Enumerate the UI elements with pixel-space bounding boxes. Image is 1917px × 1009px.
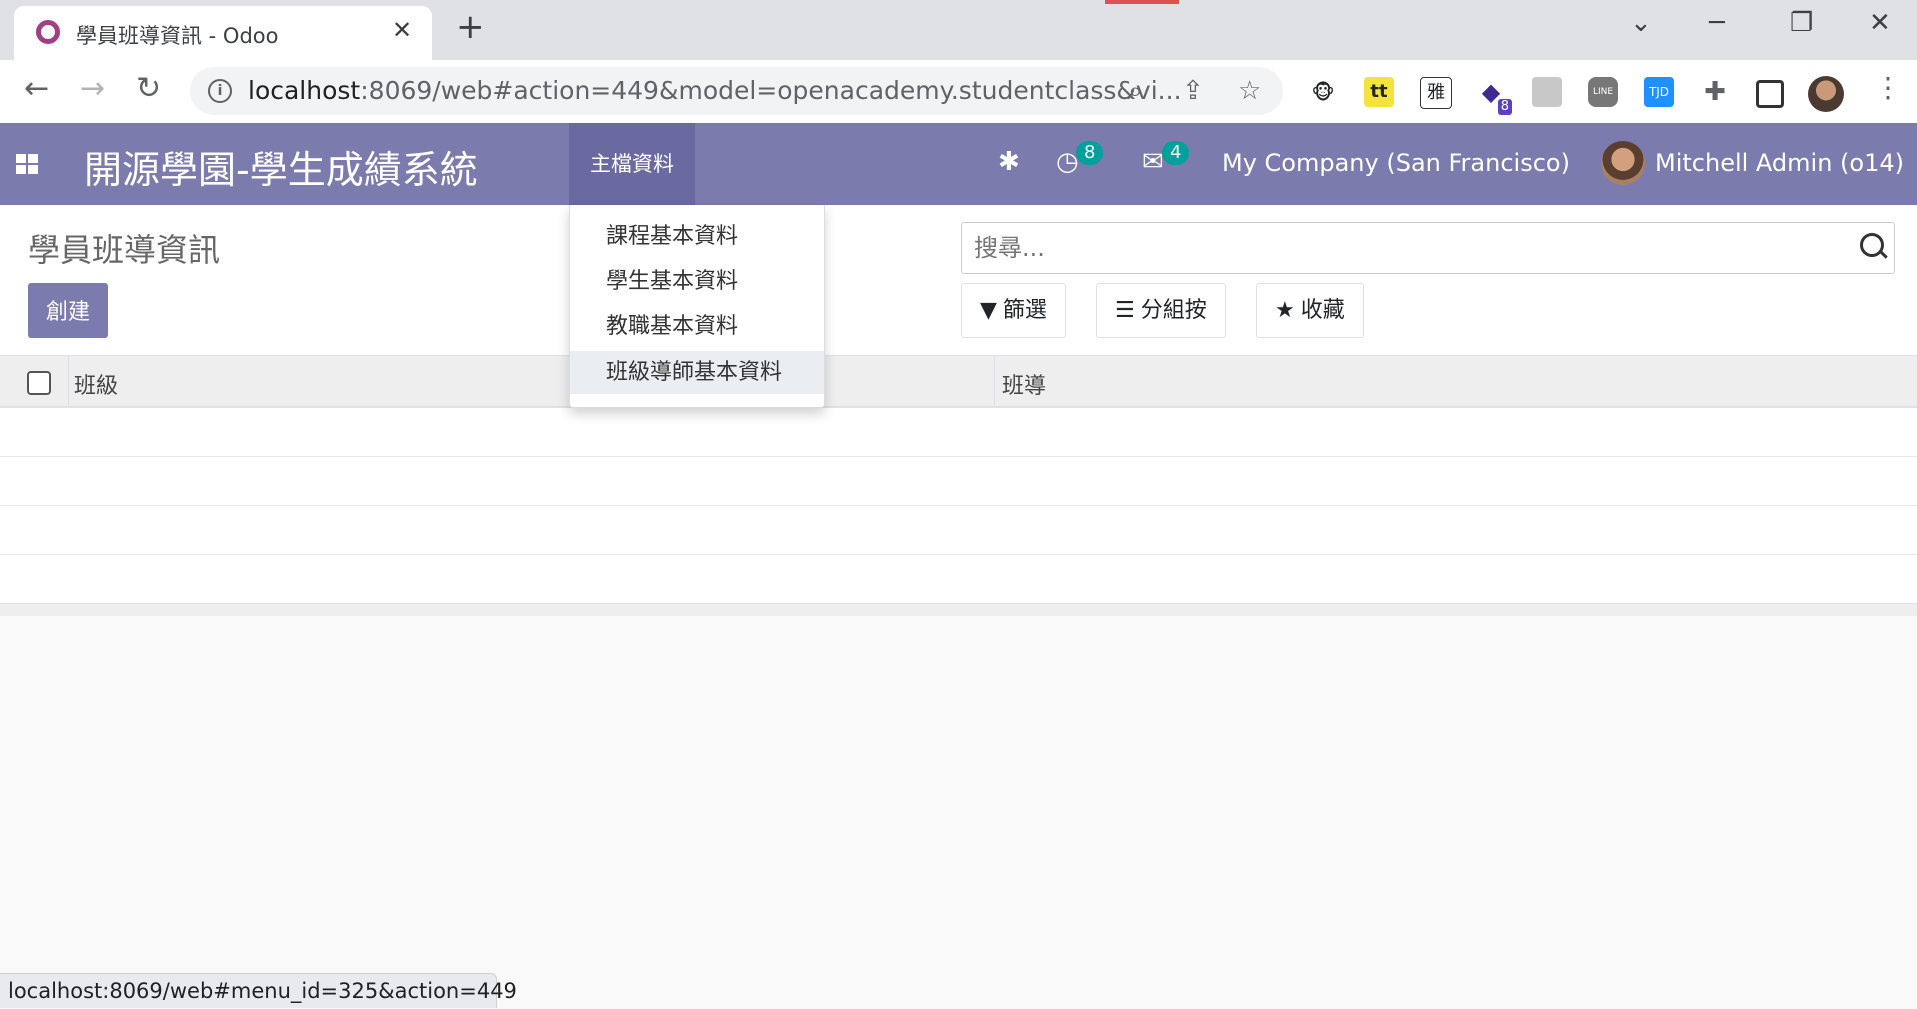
- diamond-extension-icon[interactable]: ◆ 8: [1476, 77, 1512, 115]
- user-menu[interactable]: Mitchell Admin (o14): [1655, 149, 1904, 177]
- monkey-extension-icon[interactable]: 🐵: [1308, 77, 1338, 107]
- bars-icon: ☰: [1115, 298, 1135, 323]
- url-text[interactable]: localhost:8069/web#action=449&model=open…: [248, 76, 1182, 105]
- select-all-checkbox[interactable]: [27, 371, 51, 395]
- window-close-icon[interactable]: ✕: [1869, 8, 1891, 38]
- table-row: [0, 457, 1917, 506]
- tjd-extension-icon[interactable]: TJD: [1644, 77, 1674, 107]
- app-title[interactable]: 開源學園-學生成績系統: [84, 139, 478, 194]
- bookmark-star-icon[interactable]: ☆: [1238, 76, 1261, 106]
- table-row: [0, 408, 1917, 457]
- menu-item-faculty[interactable]: 教職基本資料: [570, 305, 824, 348]
- share-icon[interactable]: ⇪: [1182, 76, 1204, 106]
- apps-menu-icon[interactable]: [16, 154, 38, 174]
- create-button[interactable]: 創建: [28, 283, 108, 338]
- close-tab-icon[interactable]: ✕: [392, 16, 412, 44]
- search-input[interactable]: [972, 233, 1846, 263]
- site-info-icon[interactable]: i: [208, 79, 232, 103]
- column-header-class[interactable]: 班級: [74, 368, 118, 400]
- link-status-bar: localhost:8069/web#menu_id=325&action=44…: [0, 973, 517, 1008]
- activity-clock-icon[interactable]: ◷ 8: [1056, 141, 1104, 177]
- column-divider: [68, 356, 69, 406]
- master-data-dropdown: 課程基本資料 學生基本資料 教職基本資料 班級導師基本資料: [569, 205, 825, 408]
- control-panel: 學員班導資訊 創建 ▼篩選 ☰分組按 ★收藏: [0, 205, 1917, 355]
- tab-search-icon[interactable]: ⌄: [1630, 8, 1652, 38]
- menu-item-course[interactable]: 課程基本資料: [570, 215, 824, 258]
- odoo-favicon-icon: [36, 20, 60, 44]
- restore-icon[interactable]: ❐: [1790, 8, 1813, 38]
- breadcrumb: 學員班導資訊: [28, 231, 221, 269]
- messages-chat-icon[interactable]: ✉ 4: [1142, 141, 1190, 177]
- zoom-icon[interactable]: ⌕: [1128, 76, 1143, 107]
- filter-funnel-icon: ▼: [980, 298, 997, 323]
- new-tab-button[interactable]: +: [456, 10, 485, 44]
- menu-item-class-teacher[interactable]: 班級導師基本資料: [570, 351, 824, 394]
- menu-item-student[interactable]: 學生基本資料: [570, 260, 824, 303]
- back-arrow-icon[interactable]: ←: [24, 74, 49, 104]
- search-icon[interactable]: [1860, 233, 1884, 257]
- favorites-button[interactable]: ★ 收藏: [1256, 283, 1364, 338]
- forward-arrow-icon[interactable]: →: [80, 74, 105, 104]
- browser-menu-icon[interactable]: ⋮: [1874, 74, 1902, 102]
- table-row: [0, 555, 1917, 604]
- reload-icon[interactable]: ↻: [136, 74, 161, 104]
- puzzle-extensions-icon[interactable]: ✚: [1700, 77, 1730, 107]
- ya-extension-icon[interactable]: 雅: [1420, 77, 1452, 109]
- debug-bug-icon[interactable]: ✱: [998, 147, 1020, 177]
- odoo-navbar: 開源學園-學生成績系統 主檔資料 ✱ ◷ 8 ✉ 4 My Company (San…: [0, 123, 1917, 205]
- menu-master-data[interactable]: 主檔資料: [569, 123, 695, 205]
- browser-toolbar: ← → ↻ i localhost:8069/web#action=449&mo…: [0, 60, 1917, 123]
- minimize-icon[interactable]: ─: [1709, 8, 1725, 38]
- star-icon: ★: [1275, 298, 1295, 323]
- user-avatar[interactable]: [1601, 141, 1645, 185]
- message-count-badge: 4: [1162, 141, 1190, 165]
- browser-tabstrip: 學員班導資訊 - Odoo ✕ + ⌄ ─ ❐ ✕: [0, 0, 1917, 60]
- table-row: [0, 506, 1917, 555]
- list-header: 班級 班導: [0, 355, 1917, 408]
- line-extension-icon[interactable]: LINE: [1588, 77, 1618, 107]
- activity-count-badge: 8: [1076, 141, 1104, 165]
- tt-extension-icon[interactable]: tt: [1364, 77, 1394, 107]
- browser-tab[interactable]: 學員班導資訊 - Odoo ✕: [14, 6, 432, 60]
- list-footer: [0, 603, 1917, 616]
- column-header-teacher[interactable]: 班導: [1002, 368, 1046, 400]
- recording-indicator: [1105, 0, 1179, 4]
- book-extension-icon[interactable]: [1532, 77, 1562, 107]
- address-bar[interactable]: i localhost:8069/web#action=449&model=op…: [190, 67, 1283, 115]
- sidebar-extension-icon[interactable]: [1756, 80, 1784, 108]
- tab-title: 學員班導資訊 - Odoo: [76, 24, 279, 48]
- browser-profile-avatar[interactable]: [1808, 76, 1844, 112]
- filter-button[interactable]: ▼ 篩選: [961, 283, 1066, 338]
- column-divider: [994, 356, 995, 406]
- company-switcher[interactable]: My Company (San Francisco): [1222, 149, 1570, 177]
- group-by-button[interactable]: ☰ 分組按: [1096, 283, 1226, 338]
- search-bar[interactable]: [961, 222, 1895, 274]
